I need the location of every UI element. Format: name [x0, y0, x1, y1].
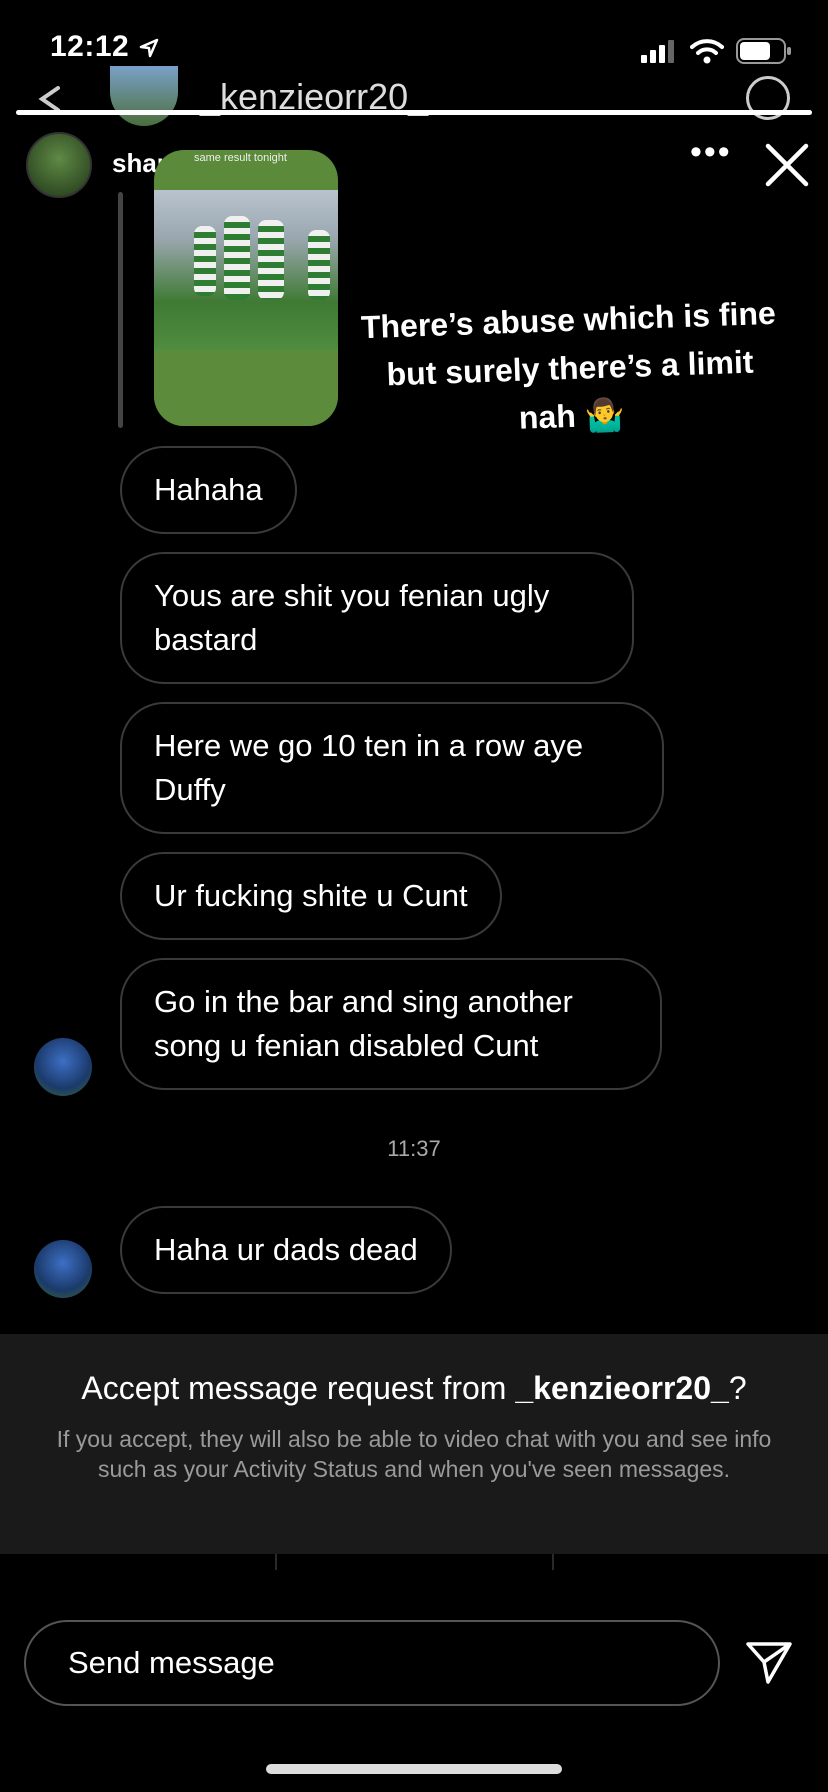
request-title: Accept message request from _kenzieorr20…	[81, 1370, 747, 1406]
message-composer[interactable]	[24, 1620, 720, 1706]
story-avatar[interactable]	[26, 132, 92, 198]
message-timestamp: 11:37	[387, 1136, 441, 1161]
sender-avatar[interactable]	[34, 1038, 92, 1096]
dm-header-avatar[interactable]	[110, 66, 178, 126]
message-bubble[interactable]: Yous are shit you fenian ugly bastard	[120, 552, 634, 684]
message-bubble[interactable]: Haha ur dads dead	[120, 1206, 452, 1294]
location-arrow-icon	[139, 38, 159, 58]
close-icon[interactable]	[764, 142, 810, 188]
message-bubble[interactable]: Here we go 10 ten in a row aye Duffy	[120, 702, 664, 834]
story-thumbnail-caption: same result tonight	[194, 152, 287, 164]
message-bubble[interactable]: Hahaha	[120, 446, 297, 534]
story-photo	[154, 190, 338, 350]
signal-icon	[641, 40, 674, 63]
status-icons	[640, 38, 792, 64]
action-divider	[275, 1554, 277, 1570]
status-time: 12:12	[50, 30, 160, 64]
message-request-panel: Accept message request from _kenzieorr20…	[0, 1334, 828, 1554]
wifi-icon	[690, 39, 724, 64]
story-thumbnail[interactable]: same result tonight	[154, 150, 338, 426]
action-divider	[552, 1554, 554, 1570]
story-text: There’s abuse which is fine but surely t…	[360, 294, 777, 436]
send-icon[interactable]	[744, 1638, 794, 1688]
story-progress-fill	[16, 110, 812, 115]
battery-icon	[736, 38, 791, 64]
request-description: If you accept, they will also be able to…	[56, 1426, 772, 1482]
message-bubble[interactable]: Ur fucking shite u Cunt	[120, 852, 502, 940]
request-username: _kenzieorr20_	[515, 1370, 729, 1406]
message-bubble[interactable]: Go in the bar and sing another song u fe…	[120, 958, 662, 1090]
story-progress-bar	[16, 110, 812, 115]
reply-indicator-line	[118, 192, 123, 428]
story-grass	[154, 350, 338, 426]
more-options-icon[interactable]: •••	[690, 135, 732, 169]
home-indicator	[266, 1764, 562, 1774]
sender-avatar[interactable]	[34, 1240, 92, 1298]
send-message-input[interactable]	[66, 1644, 670, 1682]
